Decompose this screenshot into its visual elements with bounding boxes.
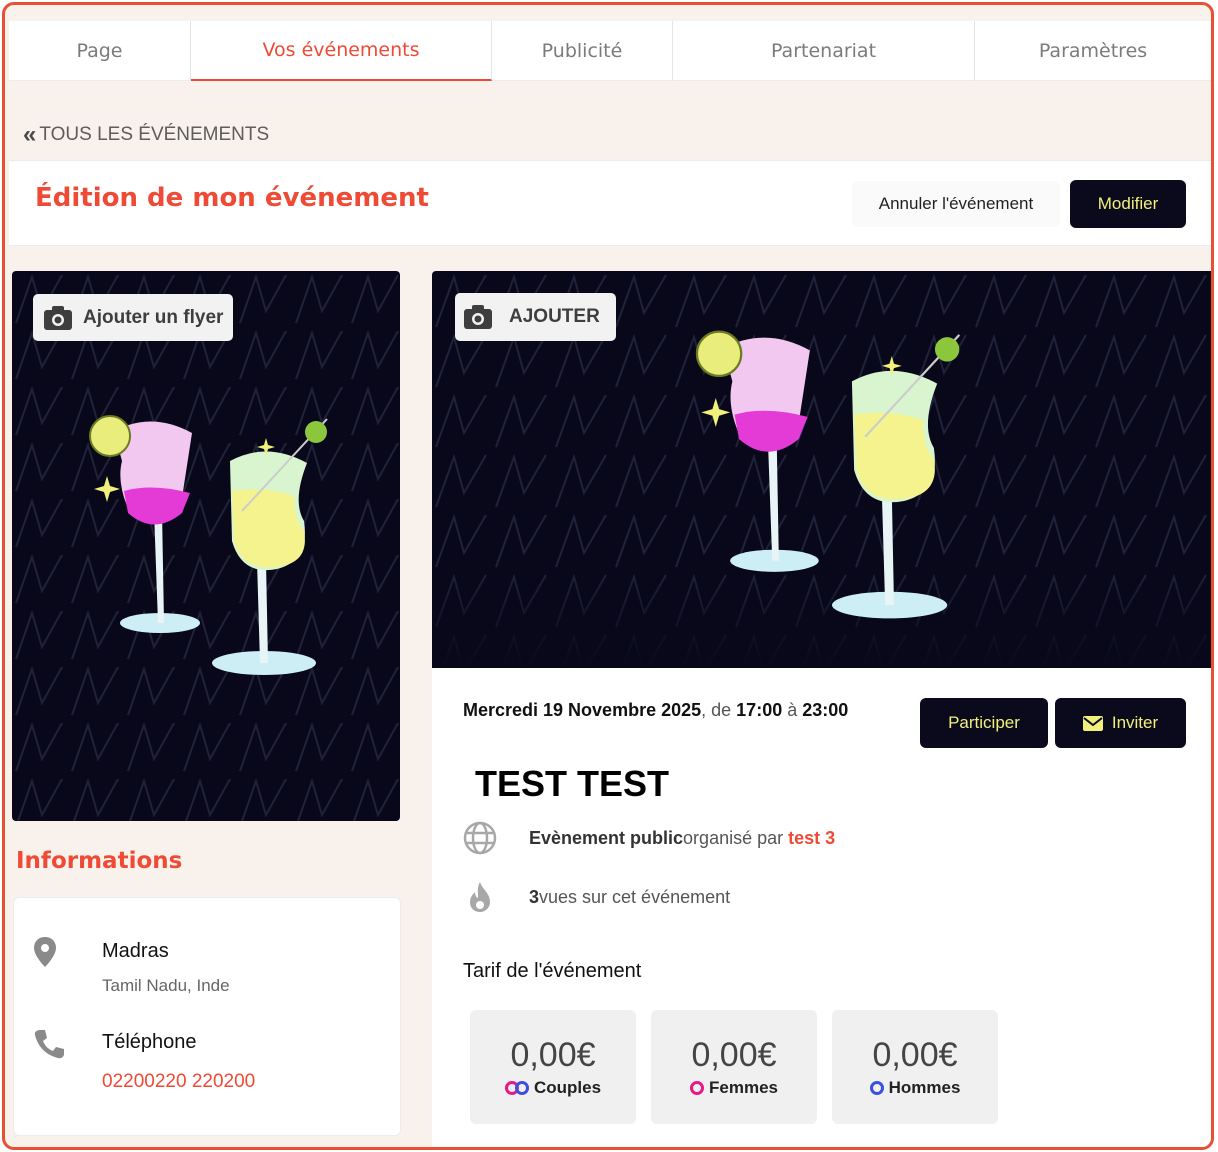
flyer-image: Ajouter un flyer [12,271,400,821]
event-detail-panel: Mercredi 19 Novembre 2025, de 17:00 à 23… [432,668,1211,1147]
invite-label: Inviter [1111,713,1159,732]
tab-bar: Page Vos événements Publicité Partenaria… [9,21,1211,81]
price-label: Femmes [690,1078,778,1098]
event-start-time: 17:00 [736,700,783,720]
invite-button[interactable]: Inviter [1055,698,1186,748]
views-text: vues sur cet événement [539,886,731,907]
cocktail-illustration [695,330,961,619]
event-views-row: 3 vues sur cet événement [463,880,730,914]
page-title: Édition de mon événement [35,183,429,213]
tab-publicite[interactable]: Publicité [492,21,673,81]
phone-icon [34,1030,64,1059]
price-label: Couples [504,1078,602,1098]
price-femmes: 0,00€ Femmes [651,1010,817,1124]
flame-icon [470,882,490,912]
add-cover-label: AJOUTER [509,306,600,327]
app-frame: Page Vos événements Publicité Partenaria… [2,2,1214,1150]
date-separator: , de [701,700,737,720]
female-icon [690,1081,704,1095]
tab-vos-evenements[interactable]: Vos événements [191,21,492,81]
location-name: Madras [102,940,169,962]
event-datetime: Mercredi 19 Novembre 2025, de 17:00 à 23… [463,700,848,721]
price-label-text: Femmes [709,1078,778,1097]
event-visibility: Evènement public [529,827,684,848]
tab-parametres[interactable]: Paramètres [975,21,1211,81]
price-amount: 0,00€ [872,1036,958,1074]
date-to: à [782,700,803,720]
event-date: Mercredi 19 Novembre 2025 [463,700,702,720]
tab-partenariat[interactable]: Partenariat [673,21,975,81]
location-detail: Tamil Nadu, Inde [102,976,230,995]
views-count: 3 [529,886,540,907]
price-amount: 0,00€ [691,1036,777,1074]
envelope-icon [1082,715,1103,731]
back-to-events-link[interactable]: « TOUS LES ÉVÉNEMENTS [23,123,269,147]
participate-button[interactable]: Participer [920,698,1048,748]
price-label-text: Hommes [888,1078,961,1097]
phone-number[interactable]: 02200220 220200 [102,1071,255,1093]
couples-icon [504,1081,529,1095]
add-cover-button[interactable]: AJOUTER [455,293,616,341]
cancel-event-button[interactable]: Annuler l'événement [852,181,1060,227]
price-couples: 0,00€ Couples [470,1010,636,1124]
cocktail-illustration [89,415,328,675]
add-flyer-button[interactable]: Ajouter un flyer [33,294,234,341]
camera-icon [464,305,492,329]
edit-header: Édition de mon événement Annuler l'événe… [9,160,1211,246]
price-hommes: 0,00€ Hommes [832,1010,998,1124]
event-visibility-row: Evènement public organisé par test 3 [463,821,835,855]
info-card: Madras Tamil Nadu, Inde Téléphone 022002… [13,897,401,1136]
add-flyer-label: Ajouter un flyer [83,306,224,328]
tab-page[interactable]: Page [9,21,191,81]
organized-by-text: organisé par [683,827,784,848]
globe-icon [463,821,497,855]
cover-image: AJOUTER [432,271,1211,668]
double-chevron-left-icon: « [23,121,36,148]
tarif-label: Tarif de l'événement [463,960,642,982]
event-end-time: 23:00 [802,700,849,720]
price-label-text: Couples [533,1078,602,1097]
camera-icon [44,305,72,330]
modify-button[interactable]: Modifier [1070,180,1186,228]
location-pin-icon [34,937,56,967]
price-amount: 0,00€ [510,1036,596,1074]
organizer-link[interactable]: test 3 [788,828,835,849]
male-icon [869,1081,884,1095]
back-link-label: TOUS LES ÉVÉNEMENTS [39,124,270,145]
info-title: Informations [16,848,183,874]
phone-label: Téléphone [102,1031,197,1053]
price-label: Hommes [869,1078,961,1098]
event-title: TEST TEST [475,763,670,804]
